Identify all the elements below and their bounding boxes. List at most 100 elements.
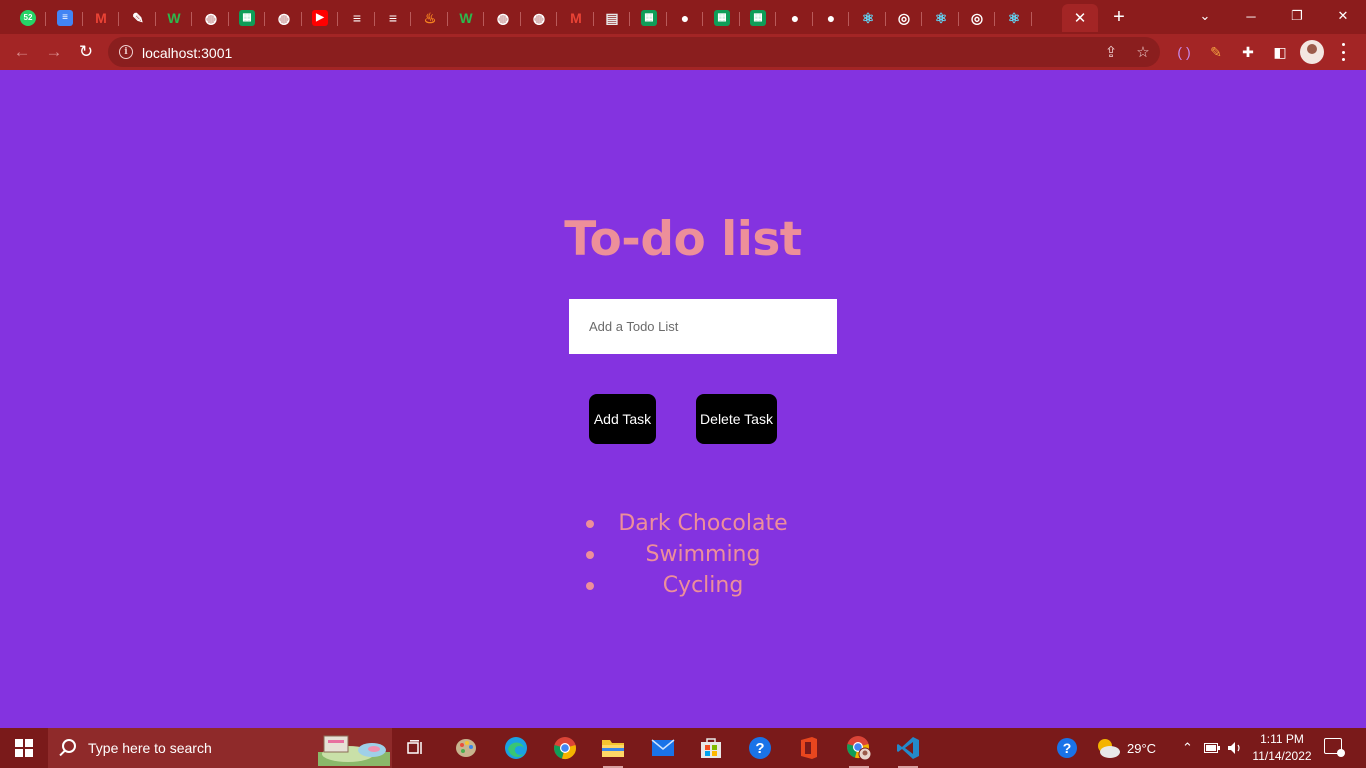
chrome-icon: ◎ <box>897 10 911 26</box>
browser-tab[interactable]: M <box>83 4 119 32</box>
bookmark-star-icon[interactable]: ☆ <box>1134 43 1152 61</box>
clock-time: 1:11 PM <box>1260 732 1304 746</box>
store-icon[interactable] <box>697 734 725 762</box>
browser-tab[interactable]: ◍ <box>193 4 229 32</box>
browser-tab[interactable]: ▤ <box>594 4 630 32</box>
taskbar-search[interactable]: Type here to search <box>48 728 392 768</box>
browser-tab[interactable]: ◎ <box>886 4 922 32</box>
start-button[interactable] <box>0 728 48 768</box>
browser-tab[interactable]: ▦ <box>704 4 740 32</box>
back-button[interactable]: ← <box>8 38 36 66</box>
task-label: Cycling <box>662 573 744 598</box>
side-panel-icon[interactable]: ◧ <box>1270 42 1290 62</box>
browser-tab[interactable]: ● <box>667 4 703 32</box>
windows-logo-icon <box>15 739 33 757</box>
notes-icon: ▤ <box>605 10 619 26</box>
chrome-profile-icon[interactable] <box>845 734 873 768</box>
file-explorer-icon[interactable] <box>599 734 627 768</box>
browser-tab[interactable]: ≡ <box>375 4 411 32</box>
weather-widget[interactable]: 29°C <box>1095 728 1156 768</box>
minimize-button[interactable]: ─ <box>1228 0 1274 32</box>
w-icon: W <box>167 10 181 26</box>
weather-cloud-icon <box>1098 739 1120 758</box>
browser-tab[interactable]: W <box>156 4 192 32</box>
extension-pen-icon[interactable]: ✎ <box>1206 42 1226 62</box>
restore-button[interactable]: ❐ <box>1274 0 1320 32</box>
site-info-icon[interactable]: i <box>119 45 133 59</box>
browser-tab[interactable]: ⚛ <box>996 4 1032 32</box>
browser-tab[interactable]: ♨ <box>412 4 448 32</box>
task-item[interactable]: Swimming <box>580 539 826 570</box>
globe-icon: ◍ <box>277 10 291 26</box>
gmail-icon: M <box>570 10 582 26</box>
forward-button[interactable]: → <box>40 38 68 66</box>
browser-tab[interactable]: W <box>448 4 484 32</box>
browser-tab[interactable]: ◍ <box>266 4 302 32</box>
search-highlight-illustration-icon <box>318 735 390 766</box>
profile-avatar[interactable] <box>1300 40 1324 64</box>
todo-input[interactable] <box>569 299 837 354</box>
clock[interactable]: 1:11 PM 11/14/2022 <box>1250 731 1314 765</box>
tab-search-icon[interactable]: ⌄ <box>1182 0 1228 32</box>
browser-tab[interactable]: ● <box>813 4 849 32</box>
address-bar[interactable]: i localhost:3001 ⇪ ☆ <box>108 37 1160 67</box>
browser-tab[interactable]: ≡ <box>47 4 83 32</box>
browser-tab[interactable]: ⚛ <box>850 4 886 32</box>
notification-icon[interactable] <box>1324 738 1345 757</box>
search-icon <box>62 739 76 753</box>
browser-tab[interactable]: ◍ <box>485 4 521 32</box>
chrome-icon: ◎ <box>970 10 984 26</box>
task-view-icon[interactable] <box>402 734 430 762</box>
active-tab[interactable]: ✕ <box>1062 4 1098 32</box>
browser-tab[interactable]: ◎ <box>959 4 995 32</box>
tray-help-icon[interactable]: ? <box>1056 728 1078 768</box>
paint-icon[interactable] <box>452 734 480 762</box>
pen-icon: ✎ <box>132 10 144 26</box>
reload-button[interactable]: ↻ <box>72 38 100 66</box>
svg-text:?: ? <box>1063 740 1072 756</box>
browser-tab[interactable]: ◍ <box>521 4 557 32</box>
bullet-icon <box>586 582 594 590</box>
show-hidden-icons-icon[interactable]: ⌃ <box>1182 728 1193 768</box>
chrome-icon[interactable] <box>551 734 579 762</box>
vscode-icon[interactable] <box>894 734 922 768</box>
battery-icon[interactable] <box>1204 728 1220 768</box>
browser-tab[interactable]: M <box>558 4 594 32</box>
extension-brackets-icon[interactable]: ( ) <box>1174 42 1194 62</box>
volume-icon[interactable] <box>1227 728 1243 768</box>
browser-tab-strip: 52 ≡ M ✎ W ◍ ▦ ◍ ▶ ≡ ≡ ♨ W ◍ ◍ M ▤ ▦ ● ▦ ▦ ● ● ⚛ ◎ ⚛ ◎ ⚛ ✕ + ⌄ ─ ❐ ✕ <box>0 0 1366 34</box>
browser-tab[interactable]: ≡ <box>339 4 375 32</box>
browser-tab[interactable]: 52 <box>10 4 46 32</box>
react-icon: ⚛ <box>934 10 948 26</box>
help-icon[interactable]: ? <box>746 734 774 762</box>
react-icon: ⚛ <box>1007 10 1021 26</box>
sheets-icon: ▦ <box>750 10 766 26</box>
browser-tab[interactable]: ▶ <box>302 4 338 32</box>
share-icon[interactable]: ⇪ <box>1102 43 1120 61</box>
new-tab-button[interactable]: + <box>1106 4 1132 30</box>
browser-tab[interactable]: ⚛ <box>923 4 959 32</box>
globe-icon: ◍ <box>496 10 510 26</box>
close-tab-icon[interactable]: ✕ <box>1074 9 1087 27</box>
browser-tab[interactable]: ● <box>777 4 813 32</box>
mail-icon[interactable] <box>649 734 677 762</box>
extensions-puzzle-icon[interactable]: ✚ <box>1238 42 1258 62</box>
task-item[interactable]: Cycling <box>580 570 826 601</box>
sheets-icon: ▦ <box>714 10 730 26</box>
browser-menu-icon[interactable] <box>1340 43 1346 61</box>
search-placeholder: Type here to search <box>88 740 212 756</box>
add-task-button[interactable]: Add Task <box>589 394 656 444</box>
browser-tab[interactable]: ✎ <box>120 4 156 32</box>
office-icon[interactable] <box>795 734 823 762</box>
task-item[interactable]: Dark Chocolate <box>580 508 826 539</box>
edge-icon[interactable] <box>502 734 530 762</box>
sheets-icon: ▦ <box>641 10 657 26</box>
whatsapp-icon: 52 <box>20 10 36 26</box>
close-window-button[interactable]: ✕ <box>1320 0 1366 32</box>
browser-tab[interactable]: ▦ <box>740 4 776 32</box>
browser-tab[interactable]: ▦ <box>229 4 265 32</box>
browser-toolbar: ← → ↻ i localhost:3001 ⇪ ☆ ( ) ✎ ✚ ◧ <box>0 34 1366 70</box>
delete-task-button[interactable]: Delete Task <box>696 394 777 444</box>
browser-tab[interactable]: ▦ <box>631 4 667 32</box>
docs-icon: ≡ <box>57 10 73 26</box>
